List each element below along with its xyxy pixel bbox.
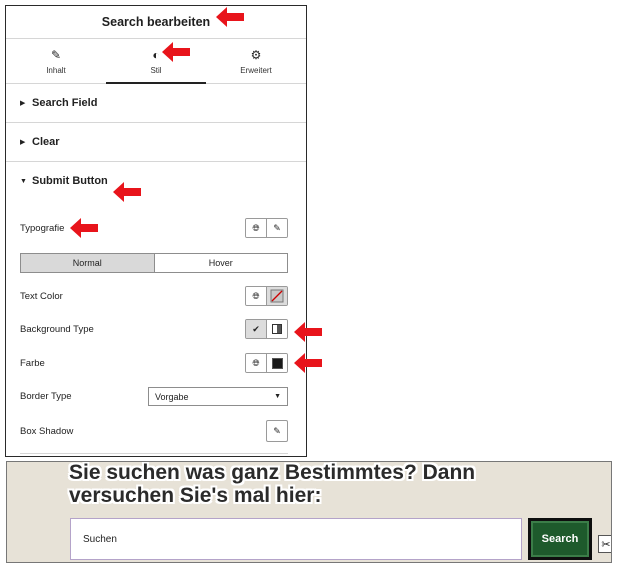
search-button[interactable]: Search xyxy=(528,518,592,560)
tab-label: Inhalt xyxy=(46,65,66,75)
color-swatch-icon[interactable] xyxy=(266,354,287,372)
scissors-icon[interactable]: ✂ xyxy=(598,535,611,553)
section-search-field[interactable]: ▶ Search Field xyxy=(6,84,306,123)
control-label: Border Type xyxy=(20,391,72,402)
control-background-type: Background Type ✔︎ xyxy=(20,319,288,339)
section-label: Clear xyxy=(32,136,60,148)
gradient-icon[interactable] xyxy=(266,320,287,338)
state-tab-hover[interactable]: Hover xyxy=(155,254,288,272)
caret-right-icon: ▶ xyxy=(20,100,26,107)
brush-icon[interactable]: ✔︎ xyxy=(246,320,266,338)
contrast-icon: ◐ xyxy=(152,47,160,62)
search-input-placeholder: Suchen xyxy=(83,533,117,545)
chevron-down-icon: ▼ xyxy=(274,393,281,400)
elementor-edit-panel: Search bearbeiten ✎ Inhalt ◐ Stil ⚙ Erwe… xyxy=(5,5,307,457)
text-color-buttons: 🌐︎ xyxy=(245,286,288,306)
annotation-arrow-icon xyxy=(113,182,141,202)
tab-erweitert[interactable]: ⚙ Erweitert xyxy=(206,39,306,83)
control-farbe: Farbe 🌐︎ xyxy=(20,353,288,373)
state-toggle: Normal Hover xyxy=(20,253,288,273)
divider xyxy=(20,453,288,454)
farbe-buttons: 🌐︎ xyxy=(245,353,288,373)
pencil-icon[interactable]: ✎ xyxy=(266,219,287,237)
annotation-arrow-icon xyxy=(70,218,98,238)
search-input[interactable]: Suchen xyxy=(70,518,522,560)
preview-headline: Sie suchen was ganz Bestimmtes? Dann ver… xyxy=(69,461,476,507)
select-value: Vorgabe xyxy=(155,391,189,402)
annotation-arrow-icon xyxy=(294,353,322,373)
control-typografie: Typografie 🌐︎ ✎ xyxy=(20,218,288,238)
control-border-type: Border Type Vorgabe ▼ xyxy=(20,387,288,406)
control-label: Text Color xyxy=(20,290,63,302)
gear-icon: ⚙ xyxy=(250,47,262,62)
pencil-icon: ✎ xyxy=(50,47,62,62)
control-label: Box Shadow xyxy=(20,425,74,437)
pencil-icon[interactable]: ✎ xyxy=(266,420,288,442)
search-widget-preview: Sie suchen was ganz Bestimmtes? Dann ver… xyxy=(6,461,612,563)
annotation-arrow-icon xyxy=(162,42,190,62)
caret-down-icon: ▼ xyxy=(20,177,27,185)
border-type-select[interactable]: Vorgabe ▼ xyxy=(148,387,288,406)
globe-icon[interactable]: 🌐︎ xyxy=(246,287,266,305)
section-label: Submit Button xyxy=(32,175,108,187)
panel-tabs: ✎ Inhalt ◐ Stil ⚙ Erweitert xyxy=(6,39,306,84)
panel-title: Search bearbeiten xyxy=(6,6,306,39)
tab-label: Stil xyxy=(150,65,162,75)
section-label: Search Field xyxy=(32,97,98,109)
tab-label: Erweitert xyxy=(240,65,272,75)
state-tab-normal[interactable]: Normal xyxy=(21,254,155,272)
control-label: Farbe xyxy=(20,357,45,369)
globe-icon[interactable]: 🌐︎ xyxy=(246,354,266,372)
color-picker-empty-icon[interactable] xyxy=(266,287,287,305)
caret-right-icon: ▶ xyxy=(20,139,26,146)
background-type-buttons: ✔︎ xyxy=(245,319,288,339)
headline-line-1: Sie suchen was ganz Bestimmtes? Dann xyxy=(69,461,476,484)
globe-icon[interactable]: 🌐︎ xyxy=(246,219,266,237)
annotation-arrow-icon xyxy=(294,322,322,342)
headline-line-2: versuchen Sie's mal hier: xyxy=(69,484,322,507)
control-label: Typografie xyxy=(20,222,65,234)
annotation-arrow-icon xyxy=(216,7,244,27)
tab-inhalt[interactable]: ✎ Inhalt xyxy=(6,39,106,83)
section-submit-button[interactable]: ▼ Submit Button xyxy=(6,162,306,200)
typografie-buttons: 🌐︎ ✎ xyxy=(245,218,288,238)
tab-stil[interactable]: ◐ Stil xyxy=(106,39,206,84)
control-text-color: Text Color 🌐︎ xyxy=(20,286,288,306)
section-clear[interactable]: ▶ Clear xyxy=(6,123,306,162)
control-box-shadow: Box Shadow ✎ xyxy=(20,420,288,442)
control-label: Background Type xyxy=(20,323,94,335)
